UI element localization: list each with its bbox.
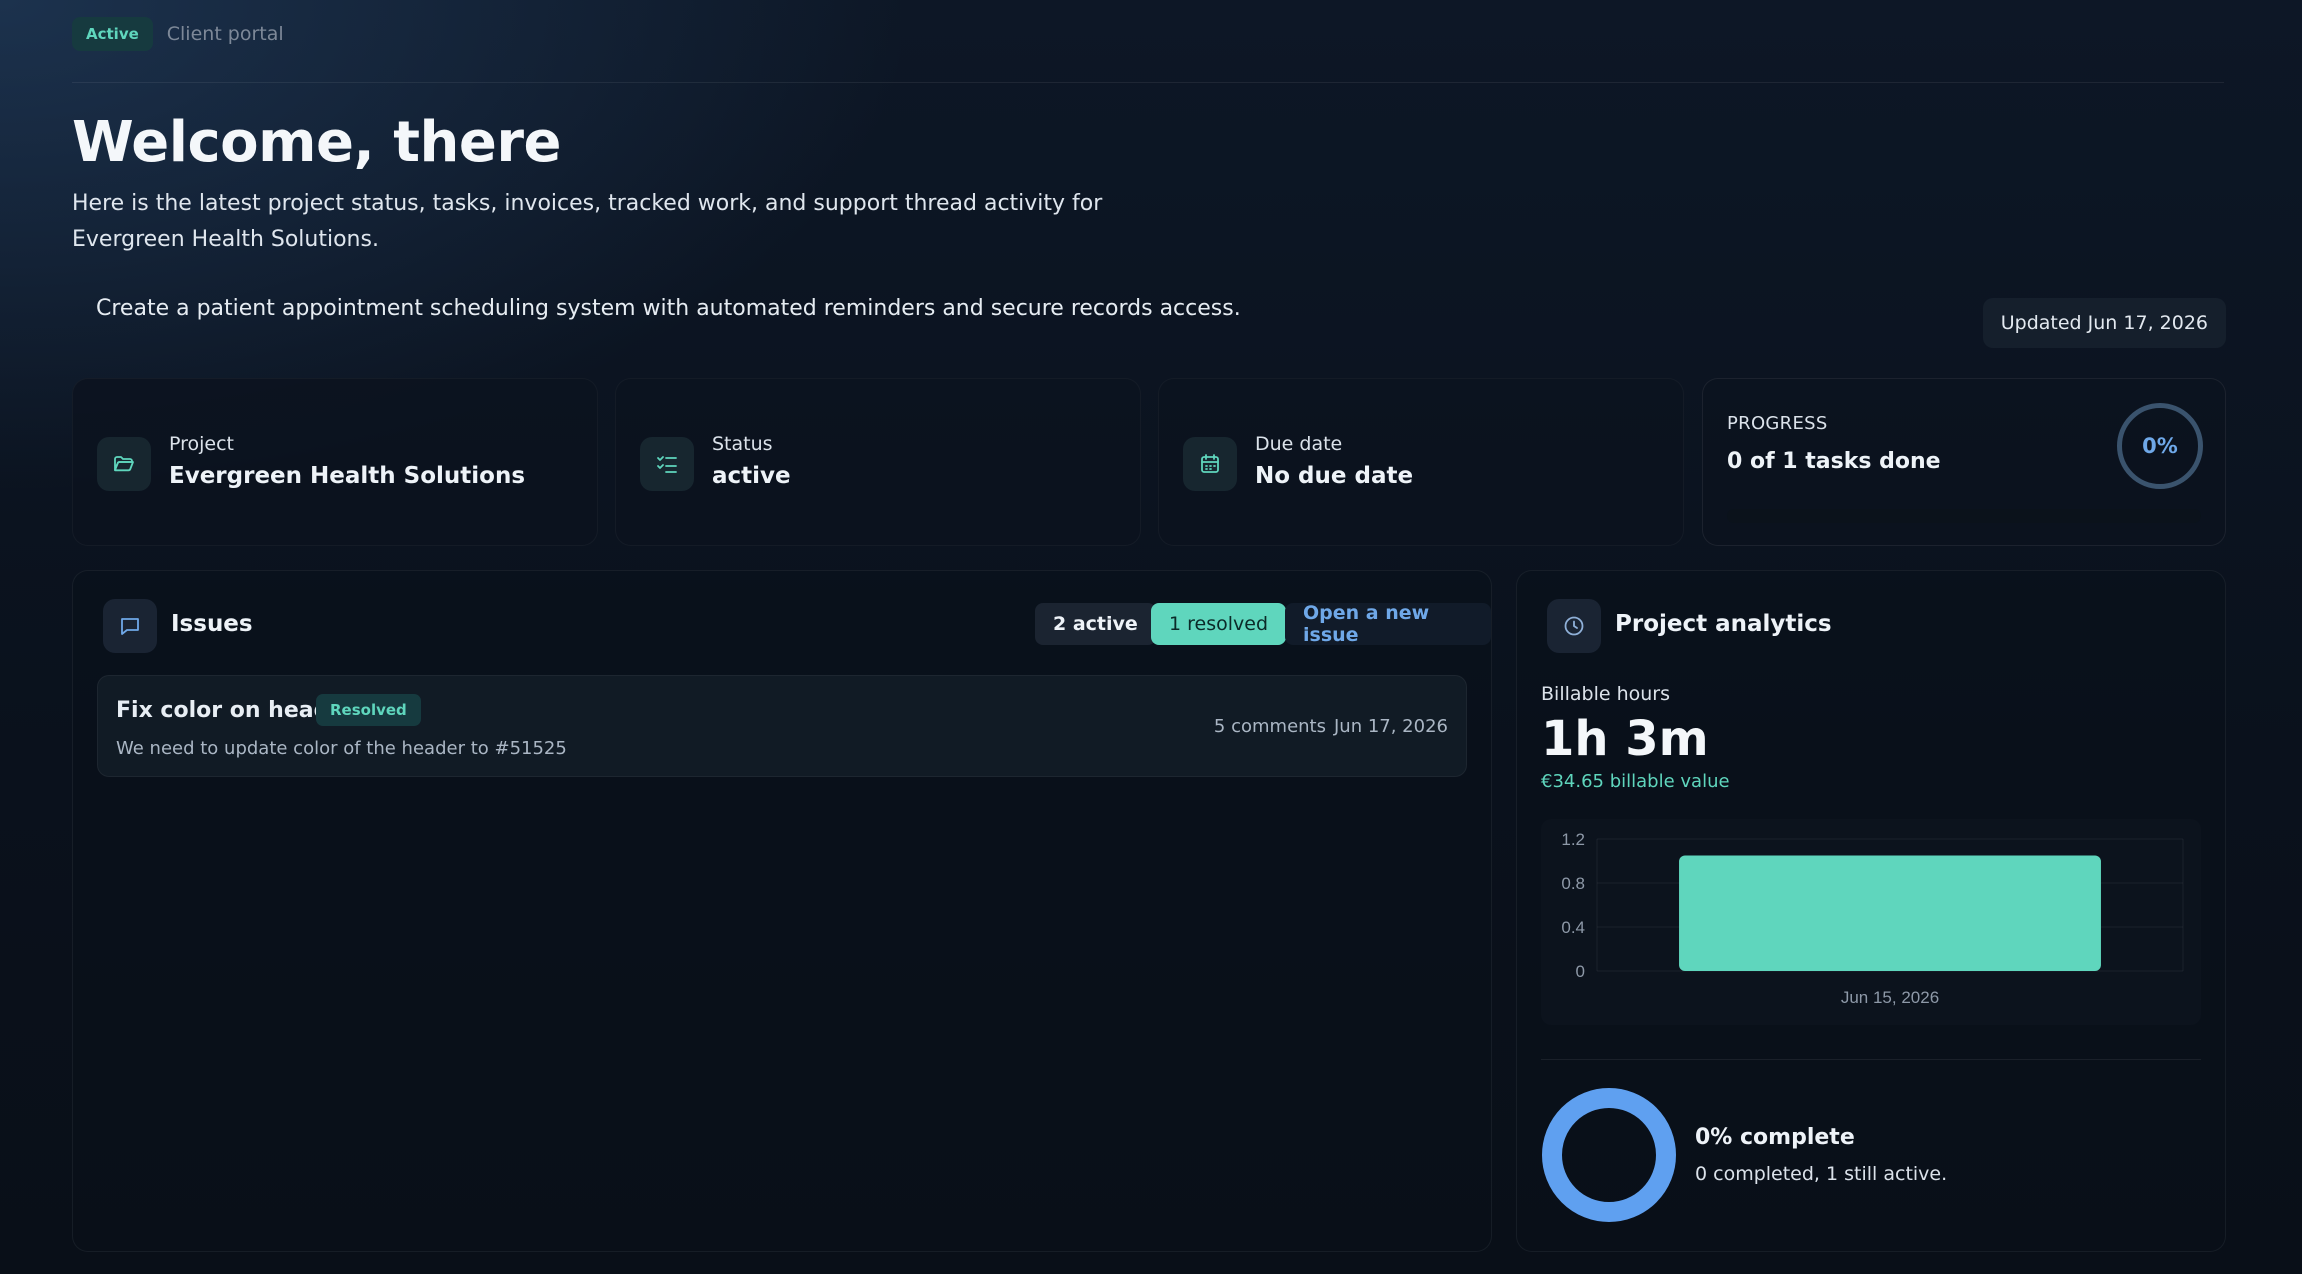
progress-card: PROGRESS 0 of 1 tasks done 0% [1702, 378, 2226, 546]
progress-value: 0 of 1 tasks done [1727, 449, 1941, 474]
chat-icon [103, 599, 157, 653]
issue-row[interactable]: Fix color on header Resolved We need to … [97, 675, 1467, 777]
chart-y-tick-label: 1.2 [1561, 830, 1585, 849]
due-date-card: Due date No due date [1158, 378, 1684, 546]
issue-comments: 5 comments [1213, 716, 1326, 737]
open-new-issue-link[interactable]: Open a new issue [1285, 602, 1491, 646]
billable-hours-value: 1h 3m [1541, 711, 1709, 767]
issue-date: Jun 17, 2026 [1333, 716, 1448, 737]
header-divider [72, 82, 2224, 83]
calendar-icon [1183, 437, 1237, 491]
progress-bar [1727, 509, 2201, 523]
status-card: Status active [615, 378, 1141, 546]
issue-description: We need to update color of the header to… [116, 738, 567, 759]
chart-y-tick-label: 0.8 [1561, 874, 1585, 893]
active-badge: Active [72, 17, 153, 51]
billable-hours-chart: 1.2 0.8 0.4 0 Jun 15, 2026 [1541, 819, 2201, 1025]
clock-icon [1547, 599, 1601, 653]
issue-status-badge: Resolved [316, 694, 421, 726]
status-label: Status [712, 433, 773, 455]
resolved-issues-filter[interactable]: 1 resolved [1151, 603, 1287, 645]
project-description: Create a patient appointment scheduling … [96, 296, 1241, 321]
due-date-label: Due date [1255, 433, 1343, 455]
chart-x-tick-label: Jun 15, 2026 [1841, 988, 1939, 1007]
updated-badge: Updated Jun 17, 2026 [1982, 298, 2226, 348]
progress-ring: 0% [2117, 403, 2203, 489]
bar-chart-svg: 1.2 0.8 0.4 0 Jun 15, 2026 [1561, 830, 2184, 1007]
folder-icon [97, 437, 151, 491]
progress-label: PROGRESS [1727, 413, 1828, 434]
page-subtitle: Here is the latest project status, tasks… [72, 191, 1103, 252]
active-issues-filter[interactable]: 2 active [1035, 603, 1156, 645]
chart-y-tick-label: 0.4 [1561, 918, 1585, 937]
completion-title: 0% complete [1695, 1125, 1855, 1150]
billable-value: €34.65 billable value [1541, 771, 1730, 792]
page-title: Welcome, there [72, 110, 561, 175]
checklist-icon [640, 437, 694, 491]
due-date-value: No due date [1255, 463, 1414, 489]
donut-remaining-arc [1542, 1088, 1676, 1222]
analytics-title: Project analytics [1615, 611, 1832, 637]
analytics-divider [1541, 1059, 2201, 1060]
status-value: active [712, 463, 791, 489]
issues-panel: Issues 2 active 1 resolved Open a new is… [72, 570, 1492, 1252]
issues-title: Issues [171, 611, 253, 637]
portal-label: Client portal [166, 23, 284, 45]
completion-donut [1542, 1088, 1676, 1222]
project-card: Project Evergreen Health Solutions [72, 378, 598, 546]
chart-bar [1679, 855, 2101, 971]
analytics-panel: Project analytics Billable hours 1h 3m €… [1516, 570, 2226, 1252]
billable-hours-label: Billable hours [1541, 683, 1671, 705]
chart-y-tick-label: 0 [1576, 962, 1585, 981]
project-label: Project [169, 433, 235, 455]
project-value: Evergreen Health Solutions [169, 463, 526, 489]
completion-subtitle: 0 completed, 1 still active. [1695, 1163, 1948, 1185]
top-bar: Active Client portal [72, 16, 284, 52]
